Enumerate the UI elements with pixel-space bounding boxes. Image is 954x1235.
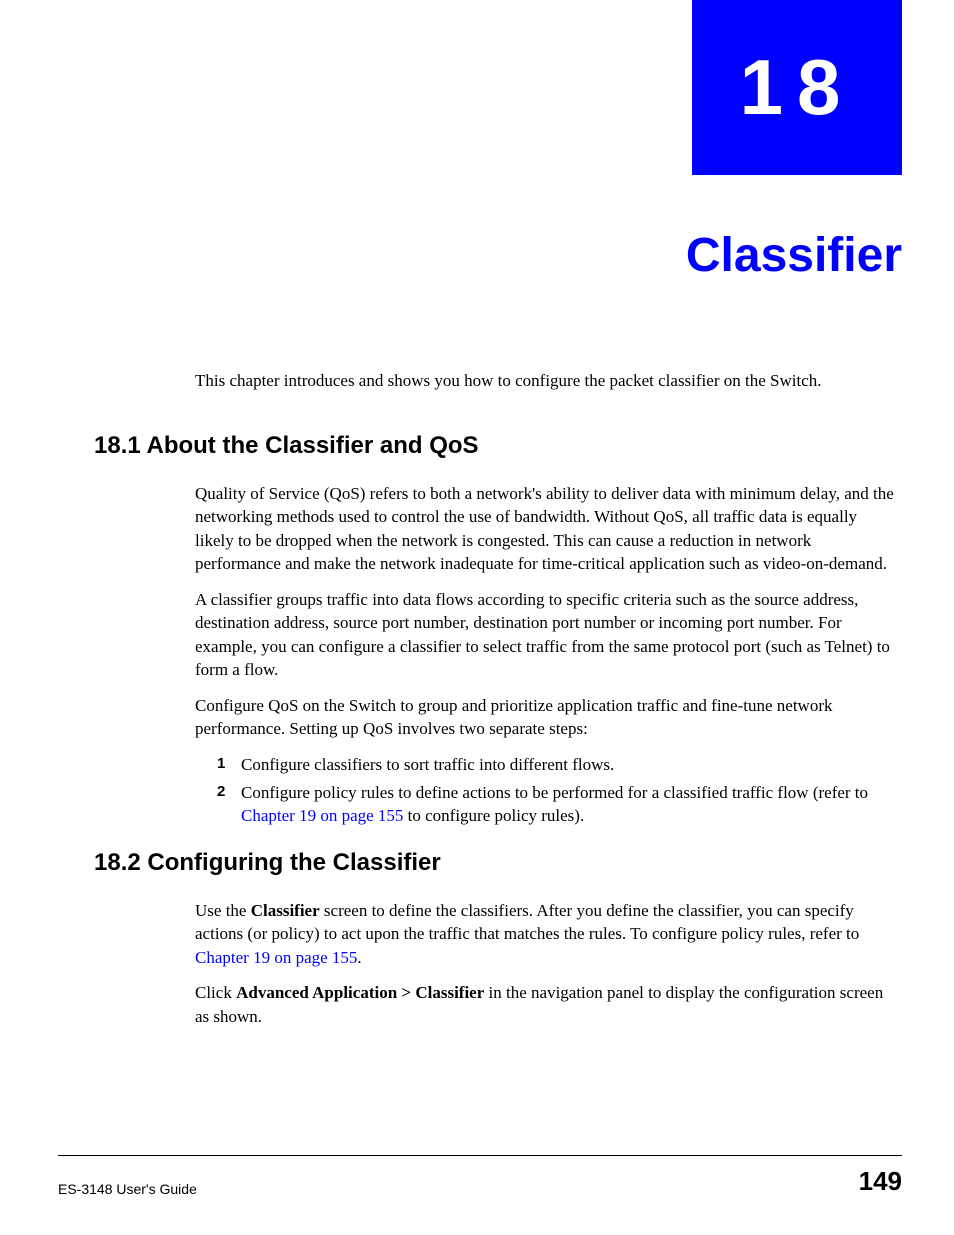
section-18-2: 18.2 Configuring the Classifier Use the … <box>94 849 898 1040</box>
body-paragraph: Quality of Service (QoS) refers to both … <box>195 482 898 576</box>
page-footer: ES-3148 User's Guide 149 <box>58 1155 902 1197</box>
section-heading-18-2: 18.2 Configuring the Classifier <box>94 849 898 877</box>
section-18-1: 18.1 About the Classifier and QoS Qualit… <box>94 432 898 833</box>
chapter-title: Classifier <box>686 228 902 283</box>
list-text-part: Configure policy rules to define actions… <box>241 783 868 802</box>
footer-page-number: 149 <box>859 1166 902 1197</box>
list-item: 1 Configure classifiers to sort traffic … <box>217 753 898 776</box>
body-paragraph: Click Advanced Application > Classifier … <box>195 981 898 1028</box>
footer-guide-title: ES-3148 User's Guide <box>58 1181 197 1197</box>
list-number: 1 <box>217 753 235 776</box>
chapter-intro: This chapter introduces and shows you ho… <box>195 369 898 393</box>
body-paragraph: Configure QoS on the Switch to group and… <box>195 694 898 741</box>
cross-reference-link[interactable]: Chapter 19 on page 155 <box>241 806 403 825</box>
list-text-part: to configure policy rules). <box>403 806 584 825</box>
list-text: Configure policy rules to define actions… <box>241 781 898 828</box>
bold-text: Advanced Application > Classifier <box>236 983 484 1002</box>
list-item: 2 Configure policy rules to define actio… <box>217 781 898 828</box>
bold-text: Classifier <box>251 901 320 920</box>
chapter-number: 18 <box>740 42 855 133</box>
text-part: . <box>357 948 361 967</box>
text-part: Click <box>195 983 236 1002</box>
chapter-number-box: 18 <box>692 0 902 175</box>
list-text: Configure classifiers to sort traffic in… <box>241 753 898 776</box>
list-number: 2 <box>217 781 235 828</box>
section-heading-18-1: 18.1 About the Classifier and QoS <box>94 432 898 460</box>
body-paragraph: A classifier groups traffic into data fl… <box>195 588 898 682</box>
steps-list: 1 Configure classifiers to sort traffic … <box>217 753 898 828</box>
cross-reference-link[interactable]: Chapter 19 on page 155 <box>195 948 357 967</box>
text-part: Use the <box>195 901 251 920</box>
body-paragraph: Use the Classifier screen to define the … <box>195 899 898 969</box>
